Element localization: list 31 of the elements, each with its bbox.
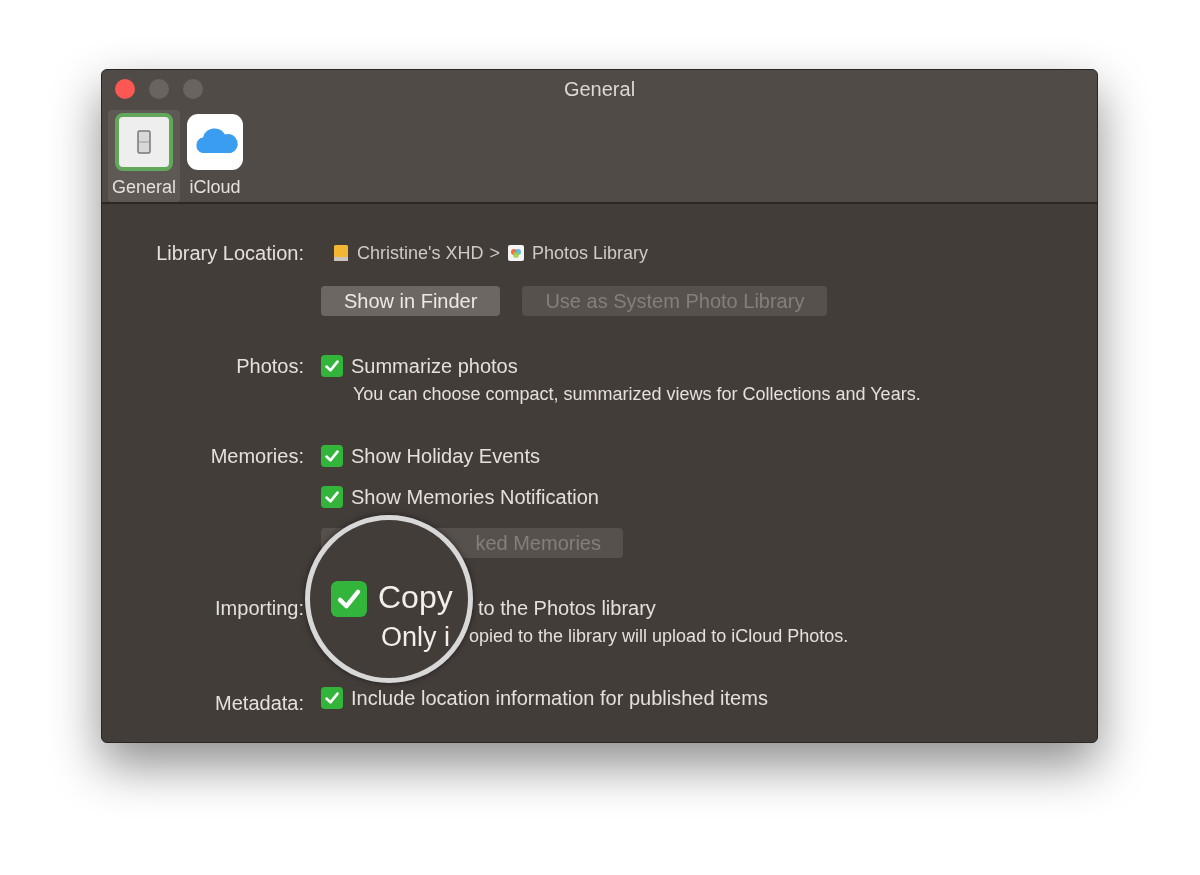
cloud-icon	[186, 113, 245, 171]
checkbox[interactable]	[321, 486, 343, 508]
magnified-label: Copy	[378, 578, 453, 616]
section-label: Library Location:	[155, 241, 304, 266]
checkbox[interactable]	[321, 687, 343, 709]
checkbox-label: Summarize photos	[351, 354, 518, 379]
option-description: You can choose compact, summarized views for Collections and Years.	[352, 383, 922, 406]
section-label: Metadata:	[214, 691, 304, 716]
photo-library-icon	[506, 243, 526, 263]
checkbox-label: Include location information for published items	[351, 686, 768, 711]
toolbar-tab[interactable]: General	[108, 110, 181, 202]
switch-icon	[115, 113, 173, 171]
section-label: Importing:	[214, 596, 304, 621]
path-item: Christine's XHD	[357, 242, 484, 265]
checkbox-label: Show Memories Notification	[351, 485, 599, 510]
checkbox[interactable]	[331, 581, 367, 617]
path-separator: >	[489, 242, 500, 265]
section-label: Photos:	[235, 354, 304, 379]
option-description: opied to the library will upload to iCloud Photos.	[469, 625, 849, 648]
checkbox[interactable]	[321, 445, 343, 467]
window-title: General	[563, 77, 636, 102]
magnified-description: Only i	[381, 621, 451, 653]
checkbox-label: to the Photos library	[478, 596, 656, 621]
toolbar-tab[interactable]: iCloud	[182, 110, 249, 202]
checkbox-label: Show Holiday Events	[351, 444, 540, 469]
path-item: Photos Library	[532, 242, 649, 265]
checkbox[interactable]	[321, 355, 343, 377]
push-button[interactable]: Show in Finder	[321, 286, 501, 316]
drive-icon	[331, 243, 351, 263]
section-label: Memories:	[209, 444, 304, 469]
close-button[interactable]	[115, 79, 135, 99]
